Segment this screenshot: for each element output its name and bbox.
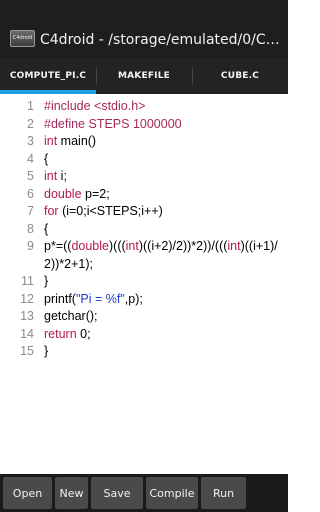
code-line: 2 #define STEPS 1000000 <box>0 116 288 134</box>
line-number: 8 <box>27 221 34 236</box>
code-text: int main() <box>44 134 97 148</box>
file-tabs: COMPUTE_PI.C MAKEFILE CUBE.C <box>0 58 288 94</box>
line-number: 4 <box>27 151 34 166</box>
code-text: printf("Pi = %f",p); <box>44 291 143 306</box>
code-line: 3 int main() <box>0 133 288 151</box>
code-text: } <box>44 344 49 358</box>
code-line: 7 for (i=0;i<STEPS;i++) <box>0 203 288 221</box>
new-button[interactable]: New <box>55 477 88 509</box>
line-number: 12 <box>20 291 34 306</box>
bottom-toolbar: Open New Save Compile Run <box>0 474 288 512</box>
code-line: 6 double p=2; <box>0 186 288 204</box>
tab-makefile[interactable]: MAKEFILE <box>96 58 192 94</box>
code-line: 1 #include <stdio.h> <box>0 94 288 116</box>
open-button[interactable]: Open <box>3 477 52 509</box>
code-line: 4 { <box>0 151 288 169</box>
compile-button[interactable]: Compile <box>146 477 198 509</box>
code-line: 9 p*=((double)(((int)((i+2)/2))*2))/(((i… <box>0 238 288 273</box>
code-text: #include <stdio.h> <box>44 99 146 113</box>
code-text: for (i=0;i<STEPS;i++) <box>44 204 163 218</box>
run-button[interactable]: Run <box>201 477 246 509</box>
code-text: getchar(); <box>44 309 98 323</box>
line-number: 5 <box>27 169 34 183</box>
line-number: 1 <box>27 99 34 113</box>
window-title: C4droid - /storage/emulated/0/C4d… <box>40 32 286 48</box>
line-number: 13 <box>20 309 34 323</box>
code-line: 13 getchar(); <box>0 308 288 326</box>
code-line: 11 } <box>0 273 288 291</box>
line-number: 2 <box>27 116 34 131</box>
tab-cube[interactable]: CUBE.C <box>192 58 288 94</box>
code-text: int i; <box>44 169 67 183</box>
app-logo-icon: C4droid <box>10 30 35 47</box>
code-line: 8 { <box>0 221 288 239</box>
code-line: 5 int i; <box>0 168 288 186</box>
code-text: { <box>44 221 49 236</box>
line-number: 7 <box>27 204 34 218</box>
line-number: 9 <box>27 239 34 253</box>
title-bar: C4droid C4droid - /storage/emulated/0/C4… <box>0 0 288 59</box>
line-number: 14 <box>20 326 34 341</box>
code-text: return 0; <box>44 326 91 341</box>
line-number: 3 <box>27 134 34 148</box>
tab-compute-pi[interactable]: COMPUTE_PI.C <box>0 58 96 94</box>
code-line: 15 } <box>0 343 288 361</box>
code-editor[interactable]: 1 #include <stdio.h> 2 #define STEPS 100… <box>0 94 288 474</box>
line-number: 6 <box>27 186 34 201</box>
code-text: } <box>44 274 49 288</box>
save-button[interactable]: Save <box>91 477 143 509</box>
code-text: #define STEPS 1000000 <box>44 116 182 131</box>
line-number: 11 <box>21 274 34 288</box>
code-text: { <box>44 151 49 166</box>
line-number: 15 <box>20 344 34 358</box>
code-line: 12 printf("Pi = %f",p); <box>0 291 288 309</box>
code-text: double p=2; <box>44 186 110 201</box>
code-line: 14 return 0; <box>0 326 288 344</box>
code-text: p*=((double)(((int)((i+2)/2))*2))/(((int… <box>44 239 278 271</box>
